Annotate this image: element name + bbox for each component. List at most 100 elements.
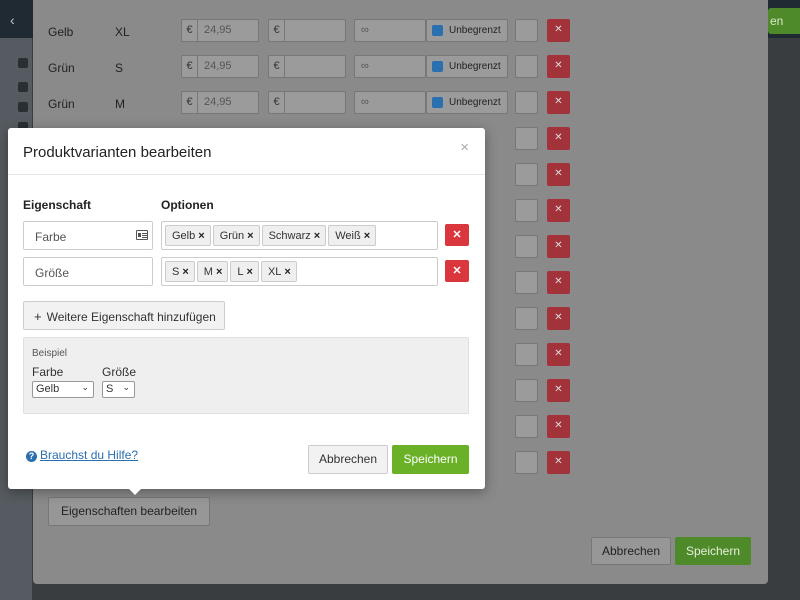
example-color-select[interactable]: Gelb ⌄ <box>32 381 94 398</box>
option-tag[interactable]: S × <box>165 261 195 282</box>
image-icon[interactable] <box>515 199 538 222</box>
remove-tag-icon[interactable]: × <box>247 266 253 278</box>
save-button[interactable]: Speichern <box>392 445 469 474</box>
image-icon[interactable] <box>515 127 538 150</box>
image-icon[interactable] <box>515 235 538 258</box>
help-link[interactable]: ? Brauchst du Hilfe? <box>26 448 138 462</box>
compare-price-input[interactable]: € <box>268 19 346 42</box>
checkbox-icon <box>432 25 443 36</box>
delete-row-button[interactable]: ✕ <box>547 451 570 474</box>
price-input[interactable]: €24,95 <box>181 19 259 42</box>
delete-row-button[interactable]: ✕ <box>547 307 570 330</box>
option-tag-label: Grün <box>219 230 245 242</box>
stock-input[interactable]: ∞ <box>354 91 426 114</box>
add-property-label: Weitere Eigenschaft hinzufügen <box>46 310 216 324</box>
example-color-value: Gelb <box>36 383 60 395</box>
help-link-label: Brauchst du Hilfe? <box>40 448 139 462</box>
question-circle-icon: ? <box>26 451 37 462</box>
option-tag[interactable]: Grün × <box>212 225 260 246</box>
delete-row-button[interactable]: ✕ <box>547 235 570 258</box>
add-property-button[interactable]: + Weitere Eigenschaft hinzufügen <box>23 301 225 330</box>
price-value: 24,95 <box>204 60 232 72</box>
chevron-left-icon[interactable]: ‹ <box>10 12 15 28</box>
options-tag-input[interactable]: S × M × L × XL × <box>161 257 438 286</box>
remove-tag-icon[interactable]: × <box>182 266 188 278</box>
delete-row-button[interactable]: ✕ <box>547 163 570 186</box>
image-icon[interactable] <box>515 55 538 78</box>
option-tag-label: Weiß <box>335 230 361 242</box>
image-icon[interactable] <box>515 271 538 294</box>
remove-tag-icon[interactable]: × <box>216 266 222 278</box>
chevron-down-icon: ⌄ <box>81 382 89 392</box>
delete-row-button[interactable]: ✕ <box>547 91 570 114</box>
unlimited-checkbox[interactable]: Unbegrenzt <box>426 19 508 42</box>
cancel-button[interactable]: Abbrechen <box>308 445 388 474</box>
remove-tag-icon[interactable]: × <box>284 266 290 278</box>
image-icon[interactable] <box>515 307 538 330</box>
user-icon[interactable] <box>18 82 28 92</box>
image-icon[interactable] <box>515 415 538 438</box>
stock-input[interactable]: ∞ <box>354 55 426 78</box>
option-tag[interactable]: Schwarz × <box>261 225 327 246</box>
unlimited-checkbox[interactable]: Unbegrenzt <box>426 55 508 78</box>
option-tag[interactable]: M × <box>196 261 229 282</box>
price-input[interactable]: €24,95 <box>181 55 259 78</box>
compare-price-input[interactable]: € <box>268 91 346 114</box>
stock-input[interactable]: ∞ <box>354 19 426 42</box>
checkbox-icon <box>432 97 443 108</box>
delete-property-button[interactable]: ✕ <box>445 260 469 282</box>
currency-symbol: € <box>182 56 198 77</box>
cart-icon[interactable] <box>18 102 28 112</box>
example-preview: Beispiel Farbe Größe Gelb ⌄ S ⌄ <box>23 337 469 414</box>
delete-row-button[interactable]: ✕ <box>547 271 570 294</box>
contact-card-icon <box>136 230 148 240</box>
unlimited-label: Unbegrenzt <box>449 61 501 72</box>
delete-row-button[interactable]: ✕ <box>547 19 570 42</box>
option-tag-label: S <box>172 266 180 278</box>
property-name-input[interactable]: Farbe <box>23 221 153 250</box>
remove-tag-icon[interactable]: × <box>314 230 320 242</box>
image-icon[interactable] <box>515 343 538 366</box>
variant-color: Gelb <box>48 25 74 39</box>
delete-property-button[interactable]: ✕ <box>445 224 469 246</box>
image-icon[interactable] <box>515 91 538 114</box>
remove-tag-icon[interactable]: × <box>364 230 370 242</box>
image-icon[interactable] <box>515 379 538 402</box>
price-input[interactable]: €24,95 <box>181 91 259 114</box>
options-tag-input[interactable]: Gelb × Grün × Schwarz × Weiß × <box>161 221 438 250</box>
option-tag[interactable]: Weiß × <box>328 225 377 246</box>
option-tag[interactable]: Gelb × <box>165 225 211 246</box>
example-label-size: Größe <box>102 365 137 379</box>
variant-color: Grün <box>48 61 75 75</box>
bg-cancel-button[interactable]: Abbrechen <box>591 537 671 565</box>
price-value: 24,95 <box>204 24 232 36</box>
example-size-select[interactable]: S ⌄ <box>102 381 135 398</box>
option-tag-label: XL <box>267 266 282 278</box>
delete-row-button[interactable]: ✕ <box>547 343 570 366</box>
delete-row-button[interactable]: ✕ <box>547 199 570 222</box>
delete-row-button[interactable]: ✕ <box>547 55 570 78</box>
unlimited-checkbox[interactable]: Unbegrenzt <box>426 91 508 114</box>
compare-price-input[interactable]: € <box>268 55 346 78</box>
image-icon[interactable] <box>515 19 538 42</box>
example-size-value: S <box>106 383 114 395</box>
edit-properties-button[interactable]: Eigenschaften bearbeiten <box>48 497 211 526</box>
checkbox-icon <box>432 61 443 72</box>
delete-row-button[interactable]: ✕ <box>547 415 570 438</box>
image-icon[interactable] <box>515 451 538 474</box>
delete-row-button[interactable]: ✕ <box>547 127 570 150</box>
delete-row-button[interactable]: ✕ <box>547 379 570 402</box>
image-icon[interactable] <box>515 163 538 186</box>
document-icon[interactable] <box>18 58 28 68</box>
option-tag[interactable]: XL × <box>260 261 297 282</box>
bg-save-button[interactable]: Speichern <box>675 537 751 565</box>
close-icon[interactable]: × <box>460 139 469 156</box>
variant-color: Grün <box>48 97 75 111</box>
remove-tag-icon[interactable]: × <box>198 230 204 242</box>
option-tag[interactable]: L × <box>230 261 259 282</box>
property-name-input[interactable]: Größe <box>23 257 153 286</box>
stock-value: ∞ <box>361 96 369 108</box>
remove-tag-icon[interactable]: × <box>247 230 253 242</box>
app-save-button[interactable]: en <box>768 8 800 34</box>
stock-value: ∞ <box>361 24 369 36</box>
